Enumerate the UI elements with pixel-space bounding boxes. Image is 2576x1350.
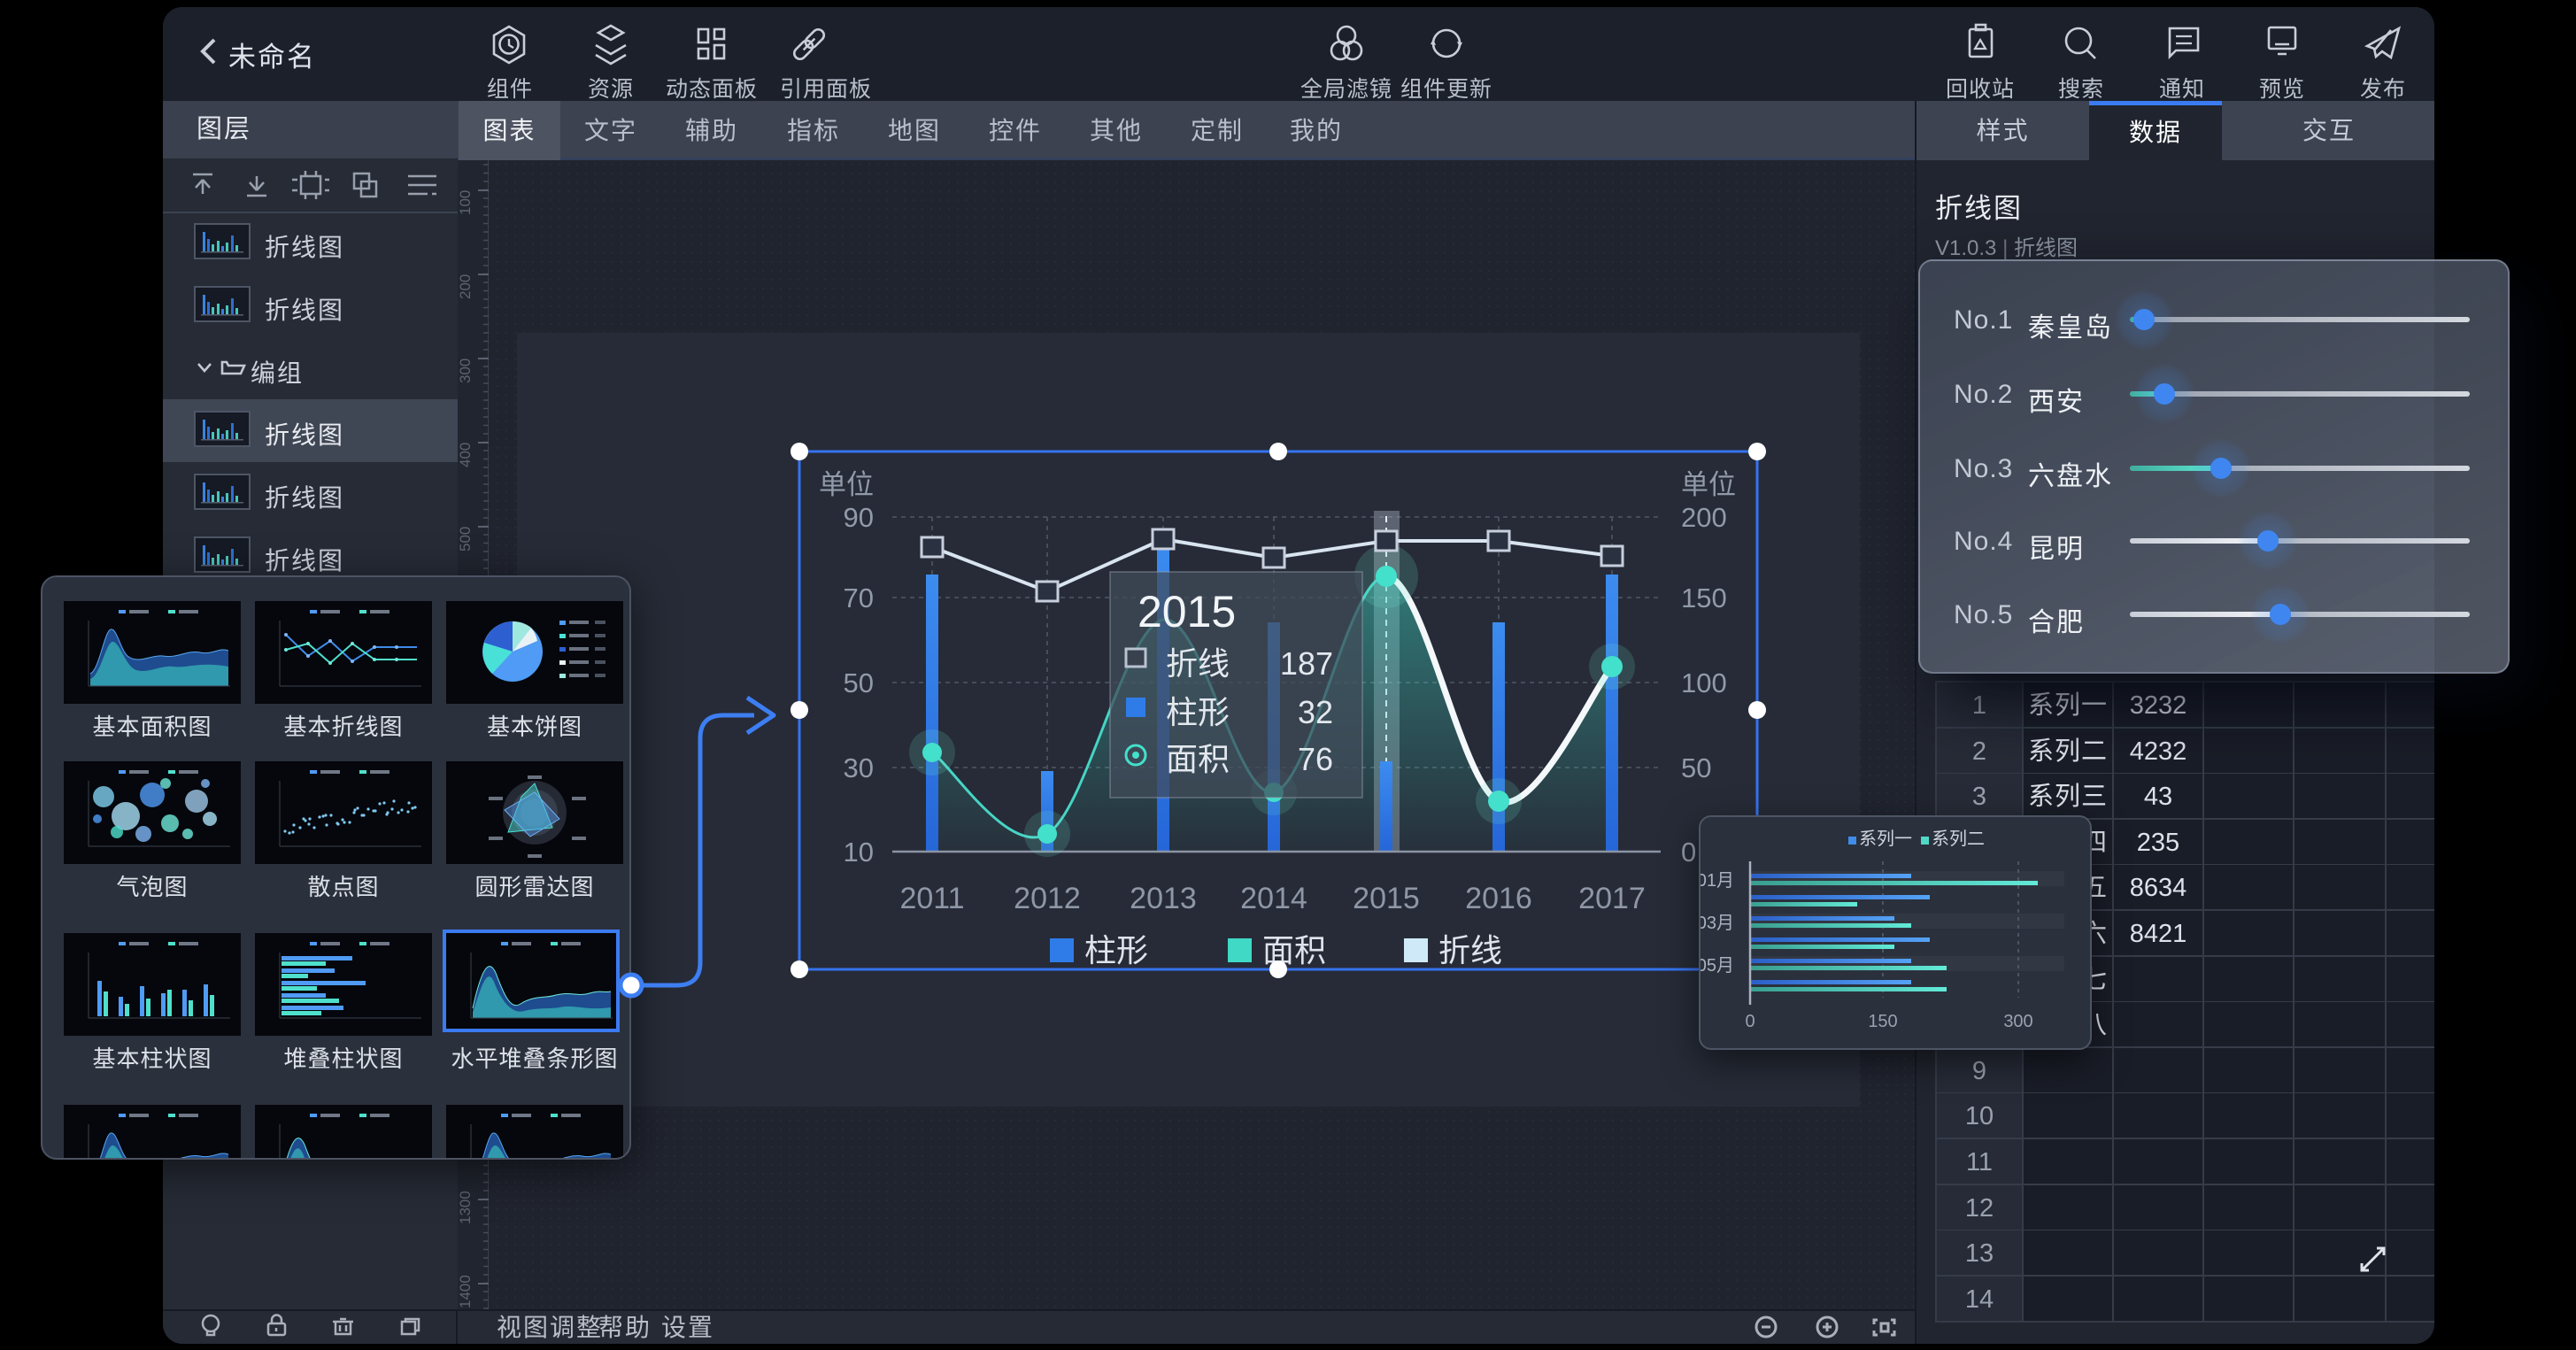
svg-text:200: 200: [1681, 502, 1727, 533]
svg-text:折线: 折线: [1438, 932, 1502, 968]
svg-text:系列二: 系列二: [1932, 829, 1985, 849]
svg-text:2015: 2015: [1138, 587, 1236, 636]
svg-text:30: 30: [844, 752, 874, 783]
svg-text:面积: 面积: [1166, 741, 1230, 777]
svg-text:100: 100: [1681, 667, 1727, 698]
svg-text:187: 187: [1280, 645, 1333, 682]
svg-text:2011: 2011: [899, 882, 964, 915]
svg-text:150: 150: [1681, 582, 1727, 613]
svg-text:50: 50: [1681, 752, 1711, 783]
svg-text:01月: 01月: [1701, 871, 1734, 891]
svg-text:2015: 2015: [1353, 882, 1420, 915]
svg-text:10: 10: [844, 837, 874, 868]
svg-text:柱形: 柱形: [1166, 694, 1230, 730]
svg-text:70: 70: [844, 582, 874, 613]
svg-text:柱形: 柱形: [1084, 932, 1148, 968]
svg-text:05月: 05月: [1701, 956, 1734, 976]
svg-text:2017: 2017: [1578, 882, 1646, 915]
svg-text:90: 90: [844, 502, 874, 533]
svg-text:2012: 2012: [1014, 882, 1081, 915]
svg-text:单位: 单位: [1681, 469, 1736, 500]
svg-text:0: 0: [1681, 837, 1696, 868]
svg-text:2013: 2013: [1130, 882, 1197, 915]
svg-text:系列一: 系列一: [1859, 829, 1912, 849]
svg-text:0: 0: [1745, 1012, 1755, 1031]
svg-text:150: 150: [1868, 1012, 1897, 1031]
svg-text:50: 50: [844, 667, 874, 698]
svg-text:2014: 2014: [1240, 882, 1307, 915]
svg-text:2016: 2016: [1465, 882, 1532, 915]
svg-text:单位: 单位: [819, 469, 874, 500]
svg-text:300: 300: [2003, 1012, 2032, 1031]
svg-text:折线: 折线: [1166, 645, 1230, 682]
svg-text:面积: 面积: [1262, 932, 1326, 968]
svg-text:76: 76: [1298, 741, 1333, 777]
svg-text:03月: 03月: [1701, 914, 1734, 933]
svg-text:32: 32: [1298, 694, 1333, 730]
